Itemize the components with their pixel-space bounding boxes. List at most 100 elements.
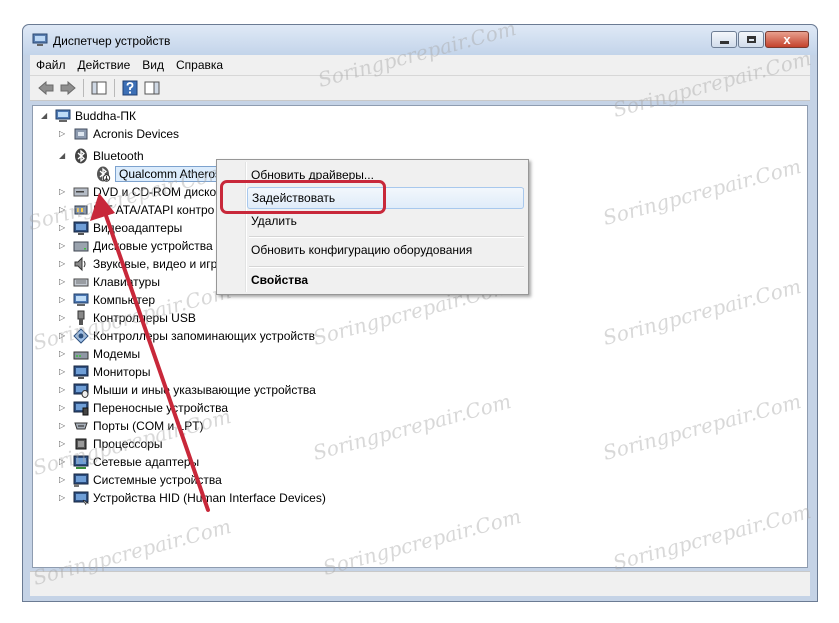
tree-item-bluetooth[interactable]: ◢ Bluetooth: [59, 147, 144, 165]
expand-icon[interactable]: ▷: [59, 129, 67, 139]
toolbar: [30, 75, 810, 101]
tree-item-ide[interactable]: ▷ IDE ATA/ATAPI контро: [59, 201, 214, 219]
tree-item-label: Звуковые, видео и игр: [93, 257, 218, 271]
expand-icon[interactable]: ▷: [59, 295, 67, 305]
expand-icon[interactable]: ▷: [59, 259, 67, 269]
collapse-icon[interactable]: ◢: [41, 111, 49, 121]
tree-item-sound[interactable]: ▷ Звуковые, видео и игр: [59, 255, 217, 273]
storage-controller-icon: [73, 328, 89, 344]
toolbar-separator: [83, 79, 84, 97]
expand-icon[interactable]: ▷: [59, 475, 67, 485]
expand-icon[interactable]: ▷: [59, 313, 67, 323]
monitor-icon: [73, 365, 89, 379]
menu-action[interactable]: Действие: [72, 58, 137, 72]
tree-item-modems[interactable]: ▷ Модемы: [59, 345, 140, 363]
tree-item-label: Мониторы: [93, 365, 151, 379]
help-button[interactable]: [119, 78, 141, 98]
menu-file[interactable]: Файл: [30, 58, 72, 72]
tree-item-network-adapters[interactable]: ▷ Сетевые адаптеры: [59, 453, 199, 471]
expand-icon[interactable]: ▷: [59, 241, 67, 251]
portable-device-icon: [73, 401, 89, 416]
tree-item-storage-controllers[interactable]: ▷ Контроллеры запоминающих устройств: [59, 327, 315, 345]
expand-icon[interactable]: ▷: [59, 403, 67, 413]
tree-item-label: Компьютер: [93, 293, 156, 307]
menu-view[interactable]: Вид: [136, 58, 170, 72]
menu-bar: Файл Действие Вид Справка: [30, 55, 810, 75]
tree-item-processors[interactable]: ▷ Процессоры: [59, 435, 163, 453]
expand-icon[interactable]: ▷: [59, 349, 67, 359]
tree-item-dvd[interactable]: ▷ DVD и CD-ROM дисков: [59, 183, 223, 201]
back-arrow-icon: [38, 81, 54, 95]
tree-item-label: Контроллеры запоминающих устройств: [93, 329, 315, 343]
tree-item-video-adapters[interactable]: ▷ Видеоадаптеры: [59, 219, 182, 237]
tree-item-label: Переносные устройства: [93, 401, 229, 415]
screenshot: Диспетчер устройств x Файл Действие Вид …: [0, 0, 839, 623]
window-controls: x: [710, 31, 809, 49]
expand-icon[interactable]: ▷: [59, 385, 67, 395]
menu-help[interactable]: Справка: [170, 58, 229, 72]
monitor-icon: [73, 221, 89, 235]
tree-item-label: Мыши и иные указывающие устройства: [93, 383, 316, 397]
hid-icon: [73, 491, 89, 506]
tree-root-label: Buddha-ПК: [75, 109, 136, 123]
tree-item-label: Порты (COM и LPT): [93, 419, 204, 433]
console-tree-icon: [91, 81, 107, 95]
tree-item-keyboards[interactable]: ▷ Клавиатуры: [59, 273, 160, 291]
tree-item-label: DVD и CD-ROM дисков: [93, 185, 223, 199]
expand-icon[interactable]: ▷: [59, 457, 67, 467]
tree-item-label: Bluetooth: [93, 149, 144, 163]
tree-item-qualcomm-atheros[interactable]: Qualcomm Atheros: [95, 165, 226, 183]
tree-item-label: Контроллеры USB: [93, 311, 196, 325]
computer-icon: [55, 109, 71, 122]
properties-pane-button[interactable]: [141, 78, 163, 98]
speaker-icon: [74, 256, 86, 272]
tree-item-usb-controllers[interactable]: ▷ Контроллеры USB: [59, 309, 196, 327]
expand-icon[interactable]: ▷: [59, 223, 67, 233]
tree-root[interactable]: ◢ Buddha-ПК: [41, 107, 136, 125]
tree-item-computer[interactable]: ▷ Компьютер: [59, 291, 155, 309]
tree-item-portable-devices[interactable]: ▷ Переносные устройства: [59, 399, 228, 417]
tree-item-label: Qualcomm Atheros: [115, 166, 226, 182]
expand-icon[interactable]: ▷: [59, 439, 67, 449]
console-tree-button[interactable]: [88, 78, 110, 98]
back-button[interactable]: [35, 78, 57, 98]
network-adapter-icon: [73, 455, 89, 469]
context-menu-separator: [249, 266, 524, 268]
tree-item-hid[interactable]: ▷ Устройства HID (Human Interface Device…: [59, 489, 326, 507]
maximize-button[interactable]: [738, 31, 764, 48]
tree-item-acronis[interactable]: ▷ Acronis Devices: [59, 125, 179, 143]
tree-item-label: IDE ATA/ATAPI контро: [93, 203, 215, 217]
minimize-icon: [719, 41, 729, 44]
context-menu-scan-hardware[interactable]: Обновить конфигурацию оборудования: [247, 239, 524, 261]
context-menu-properties[interactable]: Свойства: [247, 269, 524, 291]
minimize-button[interactable]: [711, 31, 737, 48]
expand-icon[interactable]: ▷: [59, 331, 67, 341]
context-menu-separator: [249, 236, 524, 238]
computer-icon: [73, 293, 89, 306]
device-box-icon: [74, 128, 88, 140]
title-bar[interactable]: Диспетчер устройств x: [23, 25, 817, 55]
expand-icon[interactable]: ▷: [59, 277, 67, 287]
expand-icon[interactable]: ▷: [59, 205, 67, 215]
tree-item-label: Сетевые адаптеры: [93, 455, 200, 469]
expand-icon[interactable]: ▷: [59, 493, 67, 503]
tree-item-label: Процессоры: [93, 437, 163, 451]
collapse-icon[interactable]: ◢: [59, 151, 67, 161]
tree-item-disk-drives[interactable]: ▷ Дисковые устройства: [59, 237, 213, 255]
maximize-icon: [746, 36, 756, 43]
forward-button[interactable]: [57, 78, 79, 98]
disk-icon: [73, 241, 89, 252]
expand-icon[interactable]: ▷: [59, 187, 67, 197]
tree-item-label: Устройства HID (Human Interface Devices): [93, 491, 326, 505]
expand-icon[interactable]: ▷: [59, 367, 67, 377]
expand-icon[interactable]: ▷: [59, 421, 67, 431]
tree-item-monitors[interactable]: ▷ Мониторы: [59, 363, 150, 381]
cpu-icon: [75, 438, 87, 450]
close-button[interactable]: x: [765, 31, 809, 48]
tree-item-label: Системные устройства: [93, 473, 222, 487]
bluetooth-icon: [75, 148, 87, 164]
tree-item-system-devices[interactable]: ▷ Системные устройства: [59, 471, 222, 489]
tree-item-ports[interactable]: ▷ Порты (COM и LPT): [59, 417, 204, 435]
usb-icon: [77, 310, 85, 325]
tree-item-mice[interactable]: ▷ Мыши и иные указывающие устройства: [59, 381, 316, 399]
